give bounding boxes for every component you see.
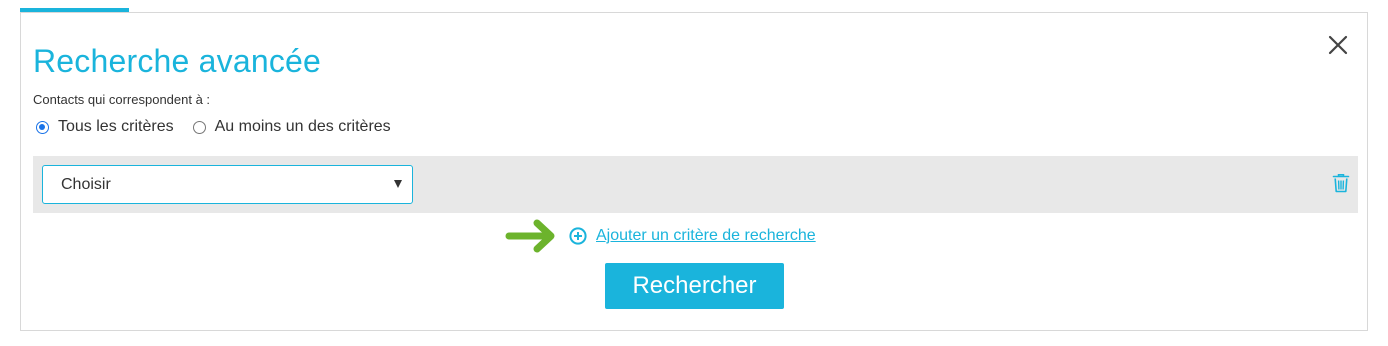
delete-criterion-button[interactable] bbox=[1332, 173, 1350, 193]
match-label: Contacts qui correspondent à : bbox=[33, 92, 211, 107]
criterion-select[interactable]: Choisir bbox=[42, 165, 413, 204]
add-criterion-label[interactable]: Ajouter un critère de recherche bbox=[596, 227, 816, 245]
plus-circle-icon bbox=[569, 227, 587, 245]
criterion-select-value: Choisir bbox=[61, 176, 111, 193]
close-icon bbox=[1328, 35, 1348, 55]
radio-all-criteria[interactable]: Tous les critères bbox=[36, 118, 174, 136]
radio-button[interactable] bbox=[36, 120, 49, 134]
radio-all-criteria-label: Tous les critères bbox=[58, 118, 174, 135]
dialog-title: Recherche avancée bbox=[33, 43, 322, 79]
radio-button[interactable] bbox=[192, 120, 206, 134]
add-criterion-link[interactable]: Ajouter un critère de recherche bbox=[569, 226, 816, 246]
radio-any-criteria-label: Au moins un des critères bbox=[214, 118, 391, 135]
dropdown-arrow-icon bbox=[394, 180, 402, 188]
radio-any-criteria[interactable]: Au moins un des critères bbox=[192, 118, 391, 136]
close-button[interactable] bbox=[1326, 33, 1350, 57]
arrow-right-icon bbox=[505, 219, 555, 253]
match-mode-group: Tous les critères Au moins un des critèr… bbox=[36, 116, 391, 138]
trash-icon bbox=[1332, 174, 1350, 193]
search-button[interactable]: Rechercher bbox=[605, 263, 784, 309]
advanced-search-panel: Recherche avancée Contacts qui correspon… bbox=[20, 12, 1368, 331]
criterion-row: Choisir bbox=[33, 156, 1358, 213]
